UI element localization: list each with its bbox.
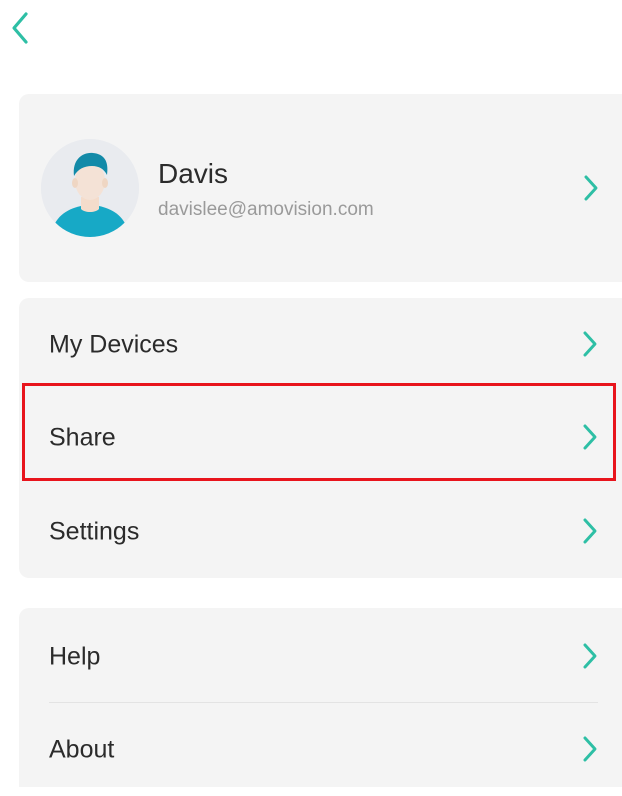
menu-item-help[interactable]: Help (19, 610, 622, 703)
menu-item-label: Settings (49, 517, 140, 545)
avatar (41, 139, 139, 237)
chevron-right-icon (583, 331, 597, 357)
chevron-right-icon (584, 175, 598, 201)
chevron-right-icon (583, 736, 597, 762)
profile-name: Davis (158, 158, 229, 189)
profile-card[interactable]: Davis davislee@amovision.com (19, 94, 622, 282)
menu-item-label: Help (49, 642, 101, 670)
chevron-right-icon (583, 643, 597, 669)
menu-group-info: Help About (19, 608, 622, 787)
menu-item-about[interactable]: About (19, 703, 622, 796)
chevron-left-icon (12, 12, 28, 44)
profile-email: davislee@amovision.com (158, 199, 374, 220)
chevron-right-icon (583, 424, 597, 450)
menu-group-main: My Devices Share Settings (19, 298, 622, 578)
menu-item-label: About (49, 735, 115, 763)
back-button[interactable] (0, 8, 40, 48)
menu-item-my-devices[interactable]: My Devices (19, 298, 622, 391)
user-avatar-icon (41, 139, 139, 237)
menu-item-settings[interactable]: Settings (19, 485, 622, 578)
menu-item-label: My Devices (49, 330, 179, 358)
chevron-right-icon (583, 518, 597, 544)
menu-item-label: Share (49, 423, 116, 451)
menu-item-share[interactable]: Share (19, 391, 622, 484)
